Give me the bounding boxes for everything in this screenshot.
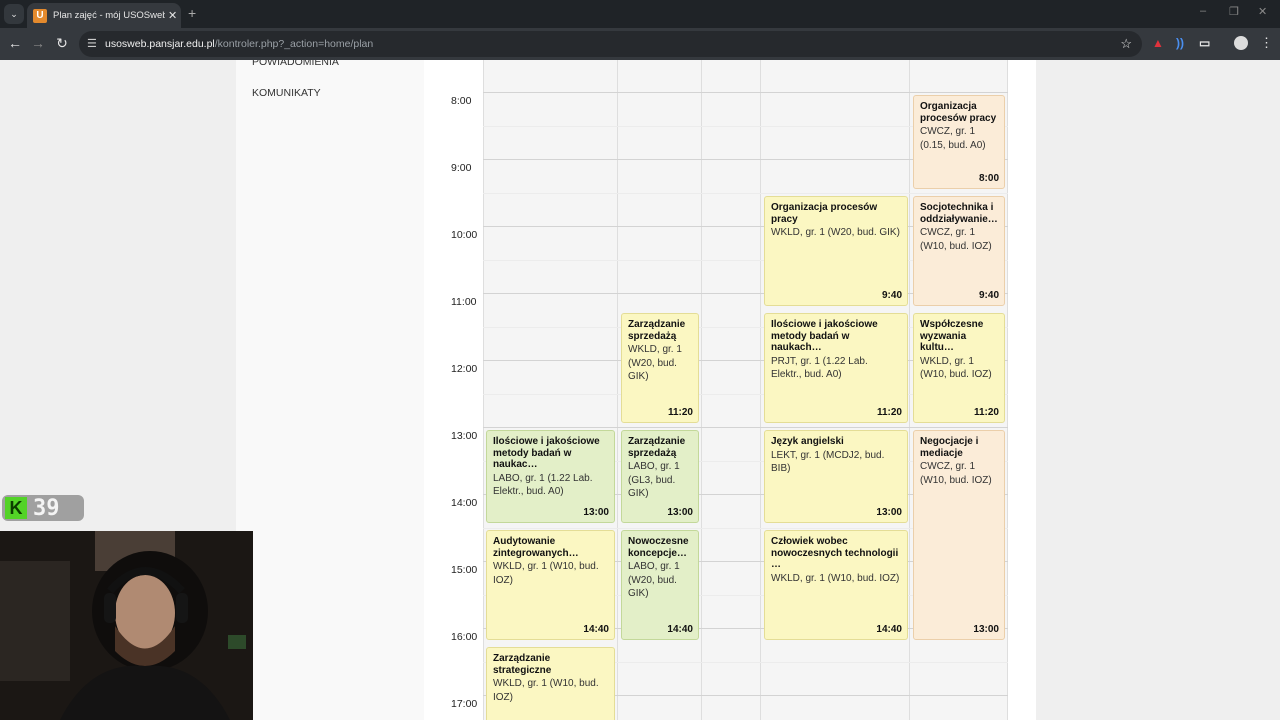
new-tab-plus-icon[interactable]: + [188, 5, 196, 21]
time-label: 12:00 [451, 363, 478, 375]
event-title: Człowiek wobec nowoczesnych technologii … [771, 536, 899, 570]
class-event[interactable]: Ilościowe i jakościowe metody badań w na… [486, 430, 615, 523]
k-logo-icon: K [5, 497, 27, 519]
webcam-overlay [0, 531, 253, 720]
half-hour-line [483, 193, 1008, 194]
event-title: Ilościowe i jakościowe metody badań w na… [493, 436, 600, 470]
event-detail: CWCZ, gr. 1 (W10, bud. IOZ) [920, 227, 992, 252]
time-label: 15:00 [451, 564, 478, 576]
event-title: Organizacja procesów pracy [920, 101, 997, 124]
class-event[interactable]: Współczesne wyzwania kultu… WKLD, gr. 1 … [913, 313, 1005, 423]
event-detail: WKLD, gr. 1 (W20, bud. GIK) [771, 227, 900, 238]
url-text[interactable]: usosweb.pansjar.edu.pl/kontroler.php?_ac… [105, 38, 373, 50]
event-title: Negocjacje i mediacje [920, 436, 979, 459]
profile-avatar-icon[interactable] [1234, 36, 1248, 50]
event-title: Audytowanie zintegrowanych… [493, 536, 579, 559]
tab-title: Plan zajęć - mój USOSweb - USOS [53, 10, 165, 21]
event-title: Język angielski [771, 436, 844, 447]
event-start-time: 14:40 [876, 624, 902, 635]
browser-toolbar: ← → ↻ ☰ usosweb.pansjar.edu.pl/kontroler… [0, 28, 1280, 60]
minimize-icon[interactable]: – [1200, 5, 1206, 17]
event-title: Zarządzanie sprzedażą [628, 436, 686, 459]
class-event[interactable]: Nowoczesne koncepcje… LABO, gr. 1 (W20, … [621, 530, 699, 640]
class-event[interactable]: Negocjacje i mediacje CWCZ, gr. 1 (W10, … [913, 430, 1005, 640]
event-detail: WKLD, gr. 1 (W10, bud. IOZ) [493, 678, 599, 703]
event-detail: WKLD, gr. 1 (W10, bud. IOZ) [920, 355, 992, 381]
time-label: 10:00 [451, 229, 478, 241]
event-title: Nowoczesne koncepcje… [628, 536, 689, 559]
event-title: Socjotechnika i oddziaływanie… [920, 202, 998, 225]
event-title: Współczesne wyzwania kultu… [920, 319, 984, 353]
forward-arrow-icon[interactable]: → [29, 35, 47, 51]
reload-icon[interactable]: ↻ [53, 35, 71, 52]
class-event[interactable]: Człowiek wobec nowoczesnych technologii … [764, 530, 908, 640]
site-info-icon[interactable]: ☰ [87, 37, 97, 50]
event-detail: LABO, gr. 1 (GL3, bud. GIK) [628, 461, 680, 499]
event-detail: WKLD, gr. 1 (W10, bud. IOZ) [771, 572, 900, 584]
streamer-webcam-image [0, 531, 253, 720]
class-event[interactable]: Zarządzanie strategiczne WKLD, gr. 1 (W1… [486, 647, 615, 720]
menu-link-announcements[interactable]: KOMUNIKATY [252, 87, 321, 99]
class-event[interactable]: Język angielski LEKT, gr. 1 (MCDJ2, bud.… [764, 430, 908, 523]
active-tab[interactable]: U Plan zajęć - mój USOSweb - USOS ✕ [27, 3, 181, 28]
event-start-time: 14:40 [583, 624, 609, 635]
event-title: Organizacja procesów pracy [771, 202, 878, 225]
event-start-time: 11:20 [876, 407, 902, 418]
class-event[interactable]: Audytowanie zintegrowanych… WKLD, gr. 1 … [486, 530, 615, 640]
extension-red-icon[interactable]: ▲ [1152, 36, 1164, 50]
class-event[interactable]: Organizacja procesów pracy WKLD, gr. 1 (… [764, 196, 908, 306]
back-arrow-icon[interactable]: ← [6, 35, 24, 51]
event-start-time: 9:40 [978, 290, 999, 301]
class-event[interactable]: Ilościowe i jakościowe metody badań w na… [764, 313, 908, 423]
event-detail: CWCZ, gr. 1 (W10, bud. IOZ) [920, 461, 992, 486]
event-title: Zarządzanie sprzedażą [628, 319, 686, 342]
left-menu: POWIADOMIENIA KOMUNIKATY [236, 60, 424, 720]
event-start-time: 13:00 [667, 507, 693, 518]
event-title: Zarządzanie strategiczne [493, 653, 552, 676]
restore-icon[interactable]: ❐ [1229, 5, 1239, 18]
extension-blue-icon[interactable]: )) [1176, 36, 1184, 50]
event-start-time: 13:00 [583, 507, 609, 518]
hour-line [483, 92, 1008, 93]
tab-search-chevron-icon[interactable]: ⌄ [4, 4, 24, 24]
event-detail: WKLD, gr. 1 (W10, bud. IOZ) [493, 561, 599, 586]
event-detail: LABO, gr. 1 (W20, bud. GIK) [628, 561, 680, 599]
event-start-time: 11:20 [667, 407, 693, 418]
score-number: 39 [33, 495, 60, 521]
time-label: 8:00 [451, 95, 472, 107]
event-start-time: 9:40 [881, 290, 902, 301]
time-label: 13:00 [451, 430, 478, 442]
browser-menu-icon[interactable]: ⋮ [1260, 35, 1273, 51]
class-event[interactable]: Zarządzanie sprzedażą WKLD, gr. 1 (W20, … [621, 313, 699, 423]
time-label: 9:00 [451, 162, 472, 174]
time-label: 14:00 [451, 497, 478, 509]
stream-score-badge: K 39 [2, 495, 84, 521]
class-event[interactable]: Zarządzanie sprzedażą LABO, gr. 1 (GL3, … [621, 430, 699, 523]
menu-link-notifications[interactable]: POWIADOMIENIA [252, 60, 339, 68]
event-start-time: 11:20 [973, 407, 999, 418]
event-detail: LABO, gr. 1 (1.22 Lab. Elektr., bud. A0) [493, 472, 593, 498]
event-detail: PRJT, gr. 1 (1.22 Lab. Elektr., bud. A0) [771, 355, 868, 381]
address-bar[interactable]: ☰ usosweb.pansjar.edu.pl/kontroler.php?_… [79, 31, 1142, 57]
tab-close-icon[interactable]: ✕ [168, 9, 177, 22]
class-event[interactable]: Organizacja procesów pracy CWCZ, gr. 1 (… [913, 95, 1005, 189]
event-start-time: 13:00 [973, 624, 999, 635]
bookmark-star-icon[interactable]: ☆ [1120, 36, 1132, 52]
event-detail: CWCZ, gr. 1 (0.15, bud. A0) [920, 126, 986, 151]
browser-tab-bar: ⌄ U Plan zajęć - mój USOSweb - USOS ✕ + … [0, 0, 1280, 28]
time-label: 17:00 [451, 698, 478, 710]
hour-line [483, 427, 1008, 428]
class-event[interactable]: Socjotechnika i oddziaływanie… CWCZ, gr.… [913, 196, 1005, 306]
usos-favicon-icon: U [33, 8, 47, 23]
event-title: Ilościowe i jakościowe metody badań w na… [771, 319, 878, 353]
event-detail: LEKT, gr. 1 (MCDJ2, bud. BIB) [771, 449, 885, 475]
window-close-icon[interactable]: ✕ [1258, 5, 1267, 18]
event-start-time: 13:00 [876, 507, 902, 518]
time-label: 16:00 [451, 631, 478, 643]
extensions-puzzle-icon[interactable]: ▭ [1199, 36, 1210, 50]
event-detail: WKLD, gr. 1 (W20, bud. GIK) [628, 344, 682, 382]
event-start-time: 8:00 [978, 173, 999, 184]
time-label: 11:00 [451, 296, 477, 308]
event-start-time: 14:40 [667, 624, 693, 635]
